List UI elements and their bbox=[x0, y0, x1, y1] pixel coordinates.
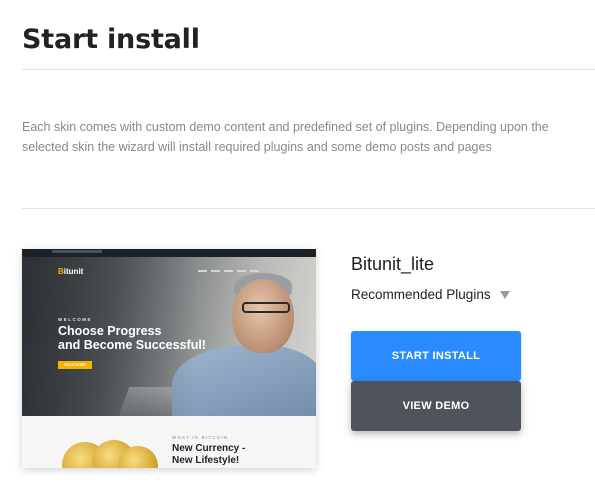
preview-what-is: WHAT IS BITCOIN bbox=[172, 435, 229, 440]
recommended-plugins-label: Recommended Plugins bbox=[351, 287, 491, 302]
preview-hero-button: READ MORE bbox=[58, 361, 92, 369]
view-demo-button[interactable]: VIEW DEMO bbox=[351, 381, 521, 431]
preview-welcome: WELCOME bbox=[58, 317, 92, 322]
section-divider bbox=[22, 208, 595, 209]
skin-preview-image: Bitunit WELCOME Choose Progress and Beco… bbox=[22, 249, 316, 468]
preview-hero: Bitunit WELCOME Choose Progress and Beco… bbox=[22, 257, 316, 416]
preview-lower-section: WHAT IS BITCOIN New Currency - New Lifes… bbox=[22, 416, 316, 468]
start-install-button[interactable]: START INSTALL bbox=[351, 331, 521, 381]
preview-topbar bbox=[22, 249, 316, 257]
preview-currency-heading: New Currency - New Lifestyle! bbox=[172, 443, 246, 466]
caret-down-icon bbox=[499, 290, 510, 299]
preview-headline: Choose Progress and Become Successful! bbox=[58, 324, 206, 352]
page-description: Each skin comes with custom demo content… bbox=[22, 120, 549, 154]
page-title: Start install bbox=[22, 24, 200, 55]
preview-nav bbox=[198, 270, 260, 272]
preview-logo: Bitunit bbox=[58, 267, 84, 276]
recommended-plugins-toggle[interactable]: Recommended Plugins bbox=[351, 287, 510, 302]
skin-name: Bitunit_lite bbox=[351, 254, 435, 274]
title-divider bbox=[22, 69, 595, 70]
